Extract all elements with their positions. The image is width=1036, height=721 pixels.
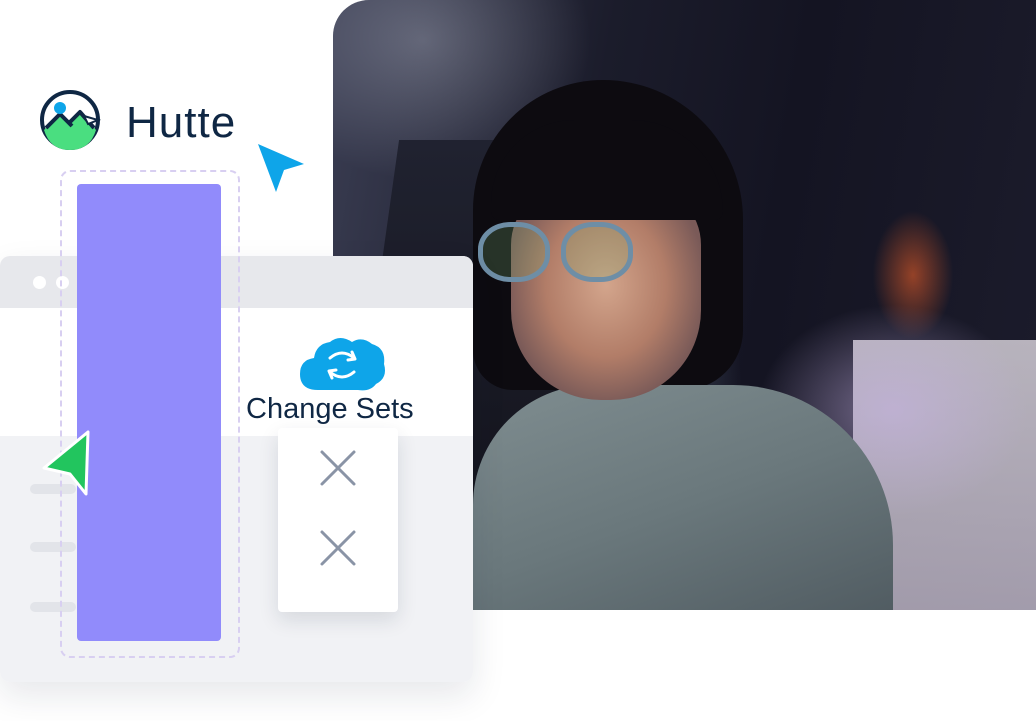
salesforce-sync-cloud-icon bbox=[300, 338, 385, 391]
photo-shirt bbox=[473, 385, 893, 610]
photo-glasses-left bbox=[478, 222, 550, 282]
x-icon[interactable] bbox=[318, 448, 358, 488]
hutte-mountain-logo-icon bbox=[40, 90, 102, 150]
green-pointer-cursor-icon bbox=[42, 430, 90, 496]
window-control-dot[interactable] bbox=[33, 276, 46, 289]
photo-glasses-right bbox=[561, 222, 633, 282]
x-icon[interactable] bbox=[318, 528, 358, 568]
draggable-purple-bar[interactable] bbox=[77, 184, 221, 641]
hutte-logo: Hutte bbox=[38, 90, 278, 158]
hutte-wordmark: Hutte bbox=[126, 98, 237, 147]
change-sets-label: Change Sets bbox=[246, 393, 414, 425]
blue-pointer-cursor-icon bbox=[258, 144, 304, 192]
